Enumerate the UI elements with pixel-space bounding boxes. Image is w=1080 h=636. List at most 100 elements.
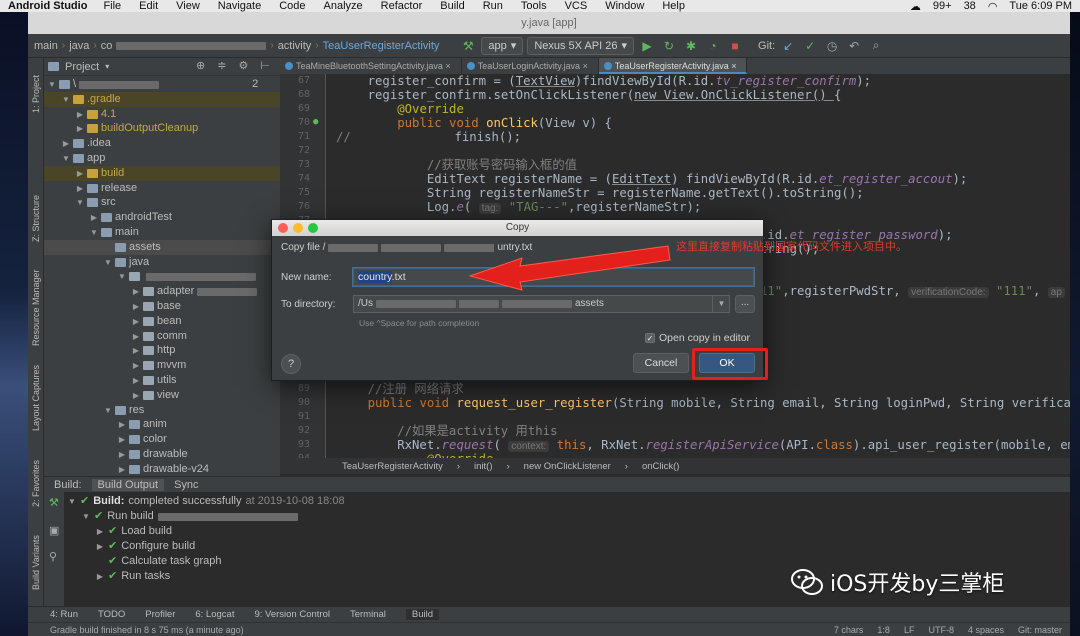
cancel-button[interactable]: Cancel <box>633 353 689 373</box>
notification-count[interactable]: 99+ <box>933 0 952 12</box>
tree-item[interactable]: ▶ drawable-v24 <box>44 462 280 477</box>
wifi-icon[interactable]: ◠ <box>988 0 998 13</box>
menu-help[interactable]: Help <box>662 0 685 12</box>
pin-icon[interactable]: ⚲ <box>49 550 57 563</box>
rebuild-icon[interactable]: ⚒ <box>49 496 59 509</box>
git-history-icon[interactable]: ◷ <box>823 37 841 55</box>
status-indent[interactable]: 4 spaces <box>968 625 1004 635</box>
build-row-run-tasks[interactable]: ▶ ✔ Run tasks <box>96 569 170 584</box>
chevron-down-icon[interactable]: ▼ <box>104 403 112 418</box>
tree-item[interactable]: ▶ utils <box>44 373 280 388</box>
stop-icon[interactable]: ■ <box>726 37 744 55</box>
tab-favorites[interactable]: 2: Favorites <box>29 453 43 513</box>
crumb-main[interactable]: main <box>34 40 58 52</box>
open-copy-checkbox[interactable]: ✓ Open copy in editor <box>645 332 750 344</box>
collapse-icon[interactable]: ≑ <box>217 59 226 72</box>
tab-build-output[interactable]: Build Output <box>91 478 165 491</box>
menu-vcs[interactable]: VCS <box>565 0 588 12</box>
crumb-method[interactable]: init() <box>474 461 492 472</box>
chevron-down-icon[interactable]: ▼ <box>712 295 730 313</box>
browse-button[interactable]: ... <box>735 295 755 313</box>
chevron-down-icon[interactable]: ▼ <box>82 509 90 524</box>
locate-icon[interactable]: ⊕ <box>196 59 205 72</box>
chevron-right-icon[interactable]: ▶ <box>96 569 104 584</box>
tab-resource-manager[interactable]: Resource Manager <box>29 268 43 348</box>
status-position[interactable]: 1:8 <box>877 625 890 635</box>
hide-icon[interactable]: ⊢ <box>260 59 270 72</box>
tree-item[interactable]: ▶ buildOutputCleanup <box>44 121 280 136</box>
crumb-listener[interactable]: new OnClickListener <box>524 461 611 472</box>
build-row-load[interactable]: ▶ ✔ Load build <box>96 524 172 539</box>
chevron-down-icon[interactable]: ▼ <box>90 225 98 240</box>
chevron-down-icon[interactable]: ▼ <box>118 269 126 284</box>
filter-icon[interactable]: ▣ <box>49 524 59 537</box>
tree-item[interactable]: ▶ drawable <box>44 447 280 462</box>
chevron-right-icon[interactable]: ▶ <box>76 121 84 136</box>
tree-item[interactable]: assets <box>44 239 280 255</box>
profile-icon[interactable]: ◔ <box>704 37 722 55</box>
chevron-right-icon[interactable]: ▶ <box>132 388 140 403</box>
checkbox-checked-icon[interactable]: ✓ <box>645 333 655 343</box>
tree-item[interactable]: ▶ 4.1 <box>44 107 280 122</box>
menu-tools[interactable]: Tools <box>521 0 547 12</box>
tab-bluetooth-activity[interactable]: TeaMineBluetoothSettingActivity.java × <box>280 58 462 74</box>
tab-login-activity[interactable]: TeaUserLoginActivity.java × <box>462 58 599 74</box>
chevron-down-icon[interactable]: ▼ <box>104 255 112 270</box>
chevron-down-icon[interactable]: ▼ <box>62 92 70 107</box>
apply-changes-icon[interactable]: ↻ <box>660 37 678 55</box>
git-commit-icon[interactable]: ✓ <box>801 37 819 55</box>
override-marker-icon[interactable]: ● <box>313 117 318 127</box>
tree-item[interactable]: ▼ \ 2 <box>44 77 280 92</box>
menu-window[interactable]: Window <box>605 0 644 12</box>
tree-item[interactable]: ▶ view <box>44 388 280 403</box>
crumb-onclick[interactable]: onClick() <box>642 461 679 472</box>
chevron-down-icon[interactable]: ▼ <box>62 151 70 166</box>
chevron-right-icon[interactable]: ▶ <box>118 417 126 432</box>
battery-count[interactable]: 38 <box>964 0 976 12</box>
tree-item[interactable]: ▶ androidTest <box>44 210 280 225</box>
tab-project[interactable]: 1: Project <box>29 64 43 124</box>
gear-icon[interactable]: ⚙ <box>238 59 248 72</box>
device-combo[interactable]: Nexus 5X API 26 ▾ <box>527 36 635 55</box>
chevron-right-icon[interactable]: ▶ <box>132 284 140 299</box>
notification-icon[interactable]: ☁ <box>910 0 921 13</box>
directory-field[interactable]: /Us assets <box>353 295 730 313</box>
tree-item[interactable]: ▼ app <box>44 151 280 166</box>
menu-analyze[interactable]: Analyze <box>324 0 363 12</box>
crumb-class[interactable]: TeaUserRegisterActivity <box>323 40 440 52</box>
menu-edit[interactable]: Edit <box>139 0 158 12</box>
status-encoding[interactable]: UTF-8 <box>928 625 954 635</box>
chevron-right-icon[interactable]: ▶ <box>132 329 140 344</box>
menu-run[interactable]: Run <box>483 0 503 12</box>
tree-item[interactable]: ▶ build <box>44 165 280 181</box>
clock[interactable]: Tue 6:09 PM <box>1009 0 1072 12</box>
chevron-right-icon[interactable]: ▶ <box>132 343 140 358</box>
tree-item[interactable]: ▶ http <box>44 343 280 358</box>
tree-item[interactable]: ▼ src <box>44 195 280 210</box>
chevron-right-icon[interactable]: ▶ <box>62 136 70 151</box>
build-row-task-graph[interactable]: ✔ Calculate task graph <box>96 554 222 569</box>
project-view-label[interactable]: Project <box>65 61 99 73</box>
chevron-right-icon[interactable]: ▶ <box>76 107 84 122</box>
chevron-right-icon[interactable]: ▶ <box>132 314 140 329</box>
crumb-activity[interactable]: activity <box>278 40 312 52</box>
menu-build[interactable]: Build <box>440 0 464 12</box>
chevron-down-icon[interactable]: ▼ <box>76 195 84 210</box>
chevron-right-icon[interactable]: ▶ <box>118 462 126 477</box>
tree-item[interactable]: ▼ .gradle <box>44 91 280 107</box>
crumb-package[interactable]: co <box>101 40 113 52</box>
tab-structure[interactable]: Z: Structure <box>29 188 43 248</box>
tool-tab-terminal[interactable]: Terminal <box>350 609 386 620</box>
menu-navigate[interactable]: Navigate <box>218 0 261 12</box>
tab-build-variants[interactable]: Build Variants <box>29 528 43 598</box>
tool-tab-version-control[interactable]: 9: Version Control <box>254 609 330 620</box>
tool-tab-todo[interactable]: TODO <box>98 609 125 620</box>
git-rollback-icon[interactable]: ↶ <box>845 37 863 55</box>
chevron-right-icon[interactable]: ▶ <box>76 166 84 181</box>
build-row-configure[interactable]: ▶ ✔ Configure build <box>96 539 195 554</box>
tool-tab-logcat[interactable]: 6: Logcat <box>195 609 234 620</box>
tree-item[interactable]: ▶ bean <box>44 314 280 329</box>
chevron-right-icon[interactable]: ▶ <box>118 432 126 447</box>
chevron-right-icon[interactable]: ▶ <box>118 447 126 462</box>
tree-item[interactable]: ▶ base <box>44 299 280 314</box>
